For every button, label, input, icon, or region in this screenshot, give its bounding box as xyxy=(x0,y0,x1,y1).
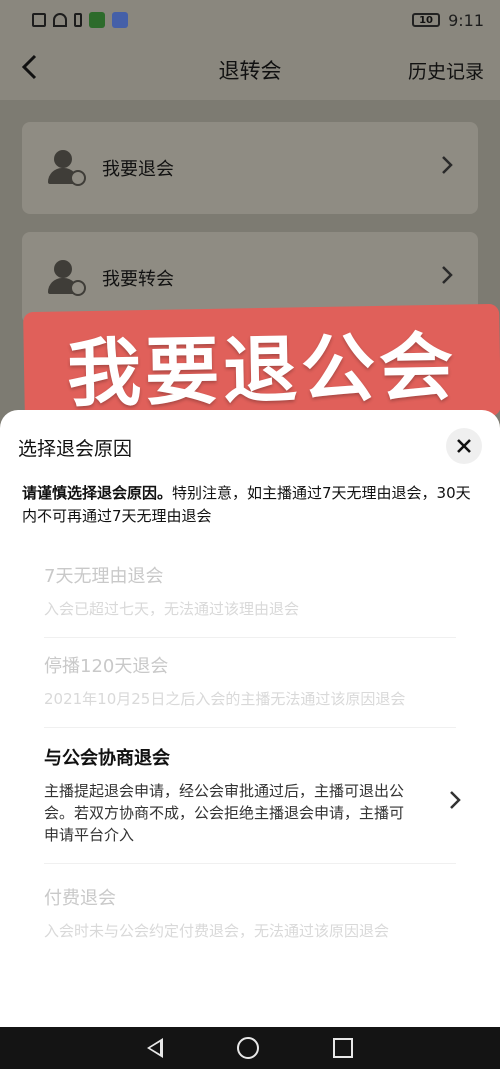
reason-desc: 2021年10月25日之后入会的主播无法通过该原因退会 xyxy=(44,690,406,708)
battery-saver-icon xyxy=(74,13,82,27)
system-recents-icon[interactable] xyxy=(333,1038,353,1058)
reason-title: 停播120天退会 xyxy=(44,656,169,677)
reason-item-7-day: 7天无理由退会 入会已超过七天，无法通过该理由退会 xyxy=(44,560,456,638)
wifi-icon xyxy=(53,13,67,27)
status-bar: 10 9:11 xyxy=(0,0,500,40)
quit-guild-label: 我要退会 xyxy=(102,159,174,180)
back-button[interactable] xyxy=(20,53,50,87)
status-right: 10 9:11 xyxy=(412,11,484,30)
app-notification-icon xyxy=(89,12,105,28)
user-transfer-icon xyxy=(48,260,86,296)
reason-desc: 主播提起退会申请，经公会审批通过后，主播可退出公会。若双方协商不成，公会拒绝主播… xyxy=(44,782,405,844)
system-home-icon[interactable] xyxy=(237,1037,259,1059)
chevron-right-icon xyxy=(440,154,454,182)
reason-desc: 入会已超过七天，无法通过该理由退会 xyxy=(44,600,300,618)
overlay-banner: 我要退公会 xyxy=(23,303,500,425)
quit-guild-card[interactable]: 我要退会 xyxy=(22,122,478,214)
sim-alert-icon xyxy=(32,13,46,27)
overlay-text: 我要退公会 xyxy=(66,324,458,417)
reason-list: 7天无理由退会 入会已超过七天，无法通过该理由退会 停播120天退会 2021年… xyxy=(44,560,461,944)
nav-bar: 退转会 历史记录 xyxy=(0,40,500,100)
chevron-right-icon xyxy=(448,788,462,818)
reason-title: 与公会协商退会 xyxy=(44,748,170,769)
chevron-right-icon xyxy=(440,264,454,292)
warning-notice: 请谨慎选择退会原因。特别注意，如主播通过7天无理由退会，30天内不可再通过7天无… xyxy=(22,482,482,528)
battery-icon: 10 xyxy=(412,13,441,27)
reason-desc: 入会时未与公会约定付费退会，无法通过该原因退会 xyxy=(44,922,390,940)
system-nav-bar xyxy=(0,1027,500,1069)
chevron-left-icon xyxy=(21,54,37,80)
close-icon xyxy=(457,439,471,453)
clock: 9:11 xyxy=(448,10,484,30)
system-back-icon[interactable] xyxy=(147,1038,163,1058)
close-button[interactable] xyxy=(446,428,482,464)
transfer-guild-label: 我要转会 xyxy=(102,269,174,290)
reason-item-negotiate[interactable]: 与公会协商退会 主播提起退会申请，经公会审批通过后，主播可退出公会。若双方协商不… xyxy=(44,728,461,864)
reason-item-paid: 付费退会 入会时未与公会约定付费退会，无法通过该原因退会 xyxy=(44,864,456,944)
history-button[interactable]: 历史记录 xyxy=(408,57,484,84)
status-icons xyxy=(32,12,128,28)
sheet-title: 选择退会原因 xyxy=(18,438,133,460)
user-minus-icon xyxy=(48,150,86,186)
app-notification-icon xyxy=(112,12,128,28)
reason-title: 付费退会 xyxy=(44,888,116,909)
reason-item-120-day: 停播120天退会 2021年10月25日之后入会的主播无法通过该原因退会 xyxy=(44,638,456,728)
reason-bottom-sheet: 选择退会原因 请谨慎选择退会原因。特别注意，如主播通过7天无理由退会，30天内不… xyxy=(0,410,500,1027)
reason-title: 7天无理由退会 xyxy=(44,566,164,587)
notice-bold: 请谨慎选择退会原因。 xyxy=(22,484,173,502)
